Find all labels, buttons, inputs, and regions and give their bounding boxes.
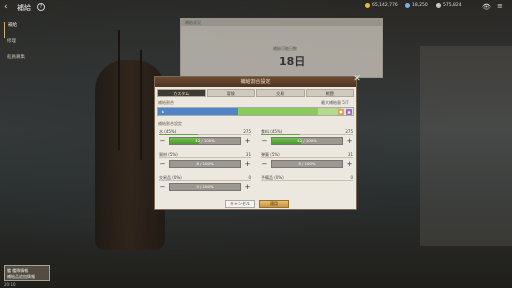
supply-days-value: 18日 [279,55,306,68]
minus-button[interactable]: − [159,137,166,145]
stat-trade-goods-controls: − 0 / 100% + [159,183,251,191]
ratio-segment-water [158,108,238,115]
preset-tabs: カスタム 冒険 交易 戦闘 [157,89,354,97]
supply-status-header: 補給状況 [181,19,382,26]
stat-spare: 予備品 (0%) 0 [261,175,353,193]
ratio-segment-food [237,108,318,115]
eye-icon[interactable]: 👁 [482,3,491,11]
stat-ammo-controls: − 8 / 100% + [261,160,353,168]
top-bar: ‹ 補給 ? 65,142,776 18,250 575,824 👁 ≡ [0,0,512,14]
setting-label: 補給割合設定 [158,121,182,126]
silver-resource: 575,824 [436,3,462,8]
ammo-icon: ● [338,109,344,115]
supply-status-panel: 補給状況 補給可能日数 18日 [180,18,383,78]
spare-icon: ▲ [346,109,352,115]
side-item-repair[interactable]: 修理 [4,38,25,54]
stat-water-line [159,134,251,135]
close-icon[interactable]: ✕ [352,74,362,84]
food-slider[interactable]: 42 / 100% [271,137,343,145]
side-menu: 補給 修理 船員募集 [4,22,25,70]
supply-days-label: 補給可能日数 [273,46,297,51]
stat-ammo: 弾薬 (5%) 31 − 8 / 100% + [261,152,353,170]
stat-water-line-fill [159,134,198,135]
ammo-slider[interactable]: 8 / 100% [271,160,343,168]
cancel-button[interactable]: キャンセル [225,200,255,208]
minus-button[interactable]: − [159,160,166,168]
minus-button[interactable]: − [261,160,268,168]
help-icon[interactable]: ? [37,3,45,11]
ammo-slider-text: 8 / 100% [298,161,316,166]
silver-icon [436,3,441,8]
fleet-notice[interactable]: 艦 艦隊情報 補給品追加情報 [4,265,50,281]
material-slider-text: 8 / 100% [196,161,214,166]
menu-icon[interactable]: ≡ [497,2,503,10]
dialog-title: 補給割合設定 [155,77,356,87]
stat-material: 資材 (5%) 31 − 8 / 100% + [159,152,251,170]
stat-food-line [261,134,353,135]
stat-water-controls: − 42 / 100% + [159,137,251,145]
minus-button[interactable]: − [159,183,166,191]
stat-trade-goods-line [159,180,251,181]
stat-material-line [159,157,251,158]
gold-value: 65,142,776 [372,3,398,8]
back-button[interactable]: ‹ [4,2,8,12]
gem-icon [405,3,410,8]
material-slider[interactable]: 8 / 100% [169,160,241,168]
tab-adventure[interactable]: 冒険 [206,89,255,97]
stat-water: 水 (45%) 275 − 42 / 100% + [159,129,251,147]
water-slider-text: 42 / 100% [195,138,215,143]
stat-food-line-fill [261,134,300,135]
stat-spare-line [261,180,353,181]
plus-button[interactable]: + [244,160,251,168]
tab-custom[interactable]: カスタム [157,89,206,97]
max-supply-label: 最大補給量 5/7 [321,100,349,105]
gold-resource: 65,142,776 [365,3,398,8]
supply-ratio-dialog: 補給割合設定 ✕ カスタム 冒険 交易 戦闘 補給割合 最大補給量 5/7 🌢 … [154,74,361,210]
plus-button[interactable]: + [244,183,251,191]
side-item-recruit[interactable]: 船員募集 [4,54,25,70]
stat-material-controls: − 8 / 100% + [159,160,251,168]
trade-goods-slider[interactable]: 0 / 100% [169,183,241,191]
apply-button[interactable]: 適用 [259,200,289,208]
plus-button[interactable]: + [346,160,353,168]
gem-value: 18,250 [412,3,428,8]
stat-trade-goods: 交易品 (0%) 0 − 0 / 100% + [159,175,251,193]
water-drop-icon: 🌢 [161,109,165,114]
food-slider-text: 42 / 100% [297,138,317,143]
stat-food: 食料 (45%) 275 − 42 / 100% + [261,129,353,147]
clock-text: 20:10 [4,282,16,287]
stat-food-controls: − 42 / 100% + [261,137,353,145]
tab-battle[interactable]: 戦闘 [305,89,354,97]
water-slider[interactable]: 42 / 100% [169,137,241,145]
trade-goods-slider-text: 0 / 100% [196,184,214,189]
side-item-supply[interactable]: 補給 [4,22,25,38]
ratio-bar: 🌢 ● ▲ [157,107,354,116]
page-title: 補給 [17,4,31,12]
minus-button[interactable]: − [261,137,268,145]
gold-coin-icon [365,3,370,8]
tab-trade[interactable]: 交易 [256,89,305,97]
silver-value: 575,824 [443,3,462,8]
plus-button[interactable]: + [244,137,251,145]
plus-button[interactable]: + [346,137,353,145]
stat-ammo-line [261,157,353,158]
gem-resource: 18,250 [405,3,428,8]
notice-line-2: 補給品追加情報 [7,274,35,279]
ratio-label: 補給割合 [158,100,174,105]
